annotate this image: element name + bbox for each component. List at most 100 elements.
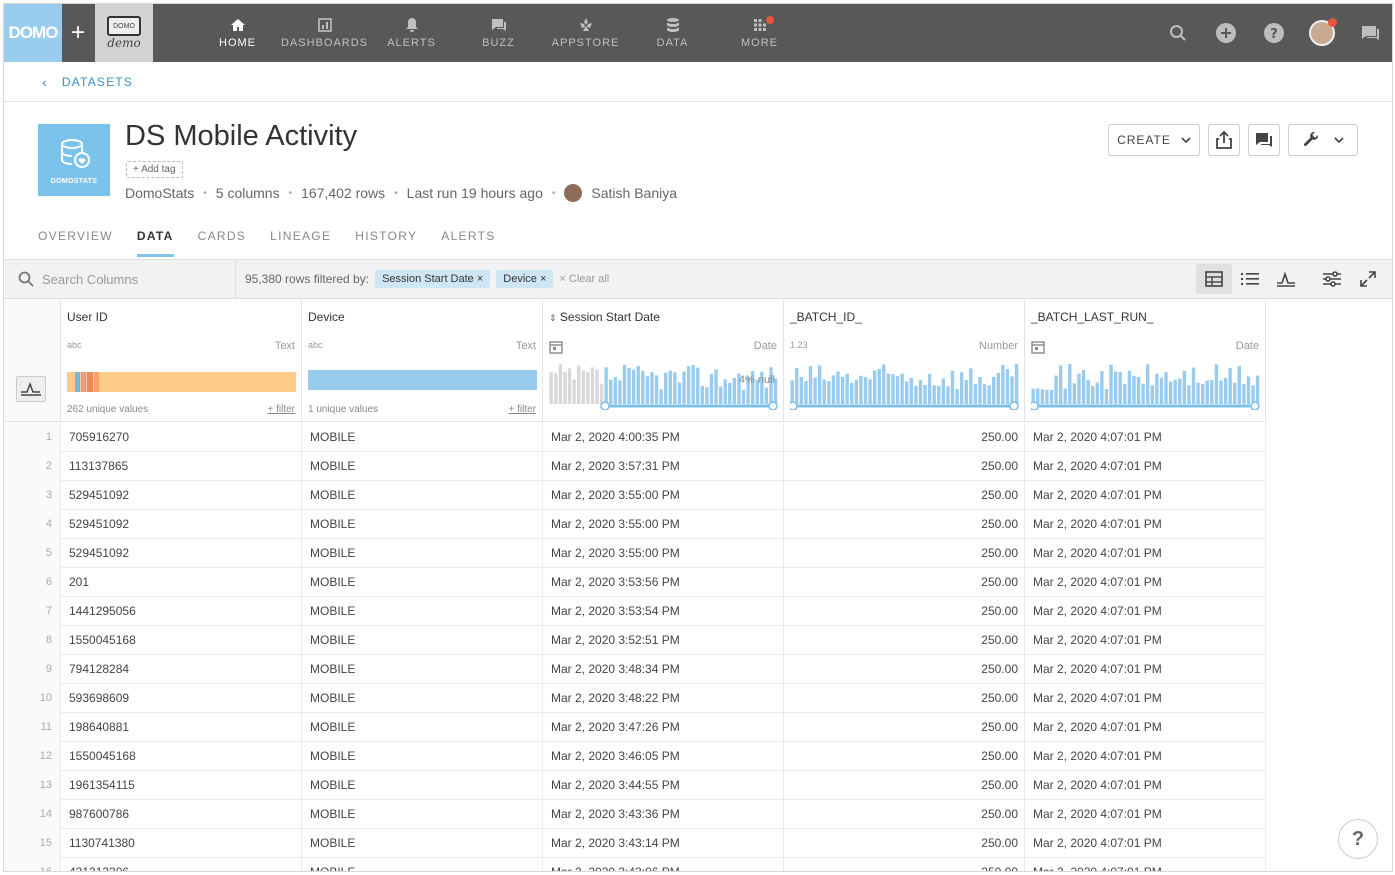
table-cell[interactable]: Mar 2, 2020 3:57:31 PM bbox=[543, 452, 784, 481]
table-cell[interactable]: 431213306 bbox=[61, 858, 302, 871]
table-cell[interactable]: 794128284 bbox=[61, 655, 302, 684]
table-cell[interactable]: 250.00 bbox=[784, 568, 1025, 597]
dataset-source[interactable]: DomoStats bbox=[125, 185, 194, 201]
tab-data[interactable]: DATA bbox=[136, 224, 174, 257]
nav-alerts[interactable]: ALERTS bbox=[368, 4, 455, 62]
demo-instance-logo[interactable]: DOMO demo bbox=[95, 4, 153, 62]
table-cell[interactable]: 1130741380 bbox=[61, 829, 302, 858]
table-cell[interactable]: MOBILE bbox=[302, 452, 543, 481]
table-cell[interactable]: 250.00 bbox=[784, 597, 1025, 626]
table-cell[interactable]: 113137865 bbox=[61, 452, 302, 481]
breadcrumb[interactable]: ‹ DATASETS bbox=[4, 62, 1392, 102]
table-cell[interactable]: MOBILE bbox=[302, 597, 543, 626]
table-cell[interactable]: 1550045168 bbox=[61, 626, 302, 655]
table-cell[interactable]: Mar 2, 2020 4:07:01 PM bbox=[1025, 568, 1266, 597]
add-tag-button[interactable]: + Add tag bbox=[126, 161, 183, 178]
table-cell[interactable]: Mar 2, 2020 3:48:22 PM bbox=[543, 684, 784, 713]
close-icon[interactable]: × bbox=[540, 273, 546, 285]
share-button[interactable] bbox=[1208, 124, 1240, 156]
tools-menu-button[interactable] bbox=[1288, 124, 1358, 156]
column-name[interactable]: User ID bbox=[67, 310, 108, 324]
table-cell[interactable]: Mar 2, 2020 3:43:14 PM bbox=[543, 829, 784, 858]
table-cell[interactable]: Mar 2, 2020 4:07:01 PM bbox=[1025, 829, 1266, 858]
help-icon[interactable]: ? bbox=[1250, 4, 1298, 62]
table-cell[interactable]: 250.00 bbox=[784, 684, 1025, 713]
table-cell[interactable]: Mar 2, 2020 4:07:01 PM bbox=[1025, 597, 1266, 626]
table-cell[interactable]: Mar 2, 2020 3:47:26 PM bbox=[543, 713, 784, 742]
column-header-session-start-date[interactable]: ⇕ Session Start Date Date 4% null bbox=[543, 300, 784, 422]
table-cell[interactable]: 529451092 bbox=[61, 510, 302, 539]
table-cell[interactable]: Mar 2, 2020 3:43:36 PM bbox=[543, 800, 784, 829]
table-cell[interactable]: MOBILE bbox=[302, 713, 543, 742]
column-name[interactable]: _BATCH_ID_ bbox=[790, 310, 862, 324]
table-cell[interactable]: Mar 2, 2020 4:07:01 PM bbox=[1025, 684, 1266, 713]
table-cell[interactable]: 250.00 bbox=[784, 829, 1025, 858]
column-name[interactable]: _BATCH_LAST_RUN_ bbox=[1031, 310, 1153, 324]
nav-data[interactable]: DATA bbox=[629, 4, 716, 62]
table-cell[interactable]: Mar 2, 2020 4:07:01 PM bbox=[1025, 800, 1266, 829]
table-cell[interactable]: Mar 2, 2020 4:07:01 PM bbox=[1025, 423, 1266, 452]
comments-button[interactable] bbox=[1248, 124, 1280, 156]
column-name[interactable]: ⇕ Session Start Date bbox=[549, 310, 660, 324]
profile-avatar[interactable] bbox=[1298, 4, 1346, 62]
table-cell[interactable]: MOBILE bbox=[302, 742, 543, 771]
table-cell[interactable]: Mar 2, 2020 4:07:01 PM bbox=[1025, 713, 1266, 742]
search-columns-input[interactable]: Search Columns bbox=[4, 260, 236, 298]
column-header-batch-id[interactable]: _BATCH_ID_ 1.23 Number bbox=[784, 300, 1025, 422]
table-cell[interactable]: 250.00 bbox=[784, 742, 1025, 771]
column-settings-button[interactable] bbox=[1314, 264, 1350, 294]
table-cell[interactable]: 250.00 bbox=[784, 626, 1025, 655]
column-header-batch-last-run[interactable]: _BATCH_LAST_RUN_ Date bbox=[1025, 300, 1266, 422]
tab-cards[interactable]: CARDS bbox=[198, 224, 247, 257]
domo-logo[interactable]: DOMO bbox=[4, 4, 62, 62]
table-cell[interactable]: MOBILE bbox=[302, 655, 543, 684]
column-header-user-id[interactable]: User ID abc Text 262 unique values + filter bbox=[61, 300, 302, 422]
create-button[interactable]: CREATE bbox=[1108, 124, 1200, 156]
column-name[interactable]: Device bbox=[308, 310, 345, 324]
help-button[interactable]: ? bbox=[1338, 819, 1378, 859]
table-cell[interactable]: 250.00 bbox=[784, 713, 1025, 742]
table-cell[interactable]: 705916270 bbox=[61, 423, 302, 452]
table-cell[interactable]: Mar 2, 2020 3:55:00 PM bbox=[543, 481, 784, 510]
table-cell[interactable]: MOBILE bbox=[302, 423, 543, 452]
table-cell[interactable]: 1441295056 bbox=[61, 597, 302, 626]
add-filter-link[interactable]: + filter bbox=[508, 404, 536, 415]
clear-all-button[interactable]: × Clear all bbox=[559, 273, 609, 285]
add-icon[interactable]: + bbox=[62, 4, 94, 62]
table-cell[interactable]: 987600786 bbox=[61, 800, 302, 829]
filter-chip-device[interactable]: Device × bbox=[496, 270, 554, 288]
create-plus-icon[interactable] bbox=[1202, 4, 1250, 62]
table-cell[interactable]: Mar 2, 2020 4:07:01 PM bbox=[1025, 742, 1266, 771]
toggle-profile-button[interactable] bbox=[16, 376, 46, 402]
table-cell[interactable]: Mar 2, 2020 3:43:06 PM bbox=[543, 858, 784, 871]
table-cell[interactable]: MOBILE bbox=[302, 800, 543, 829]
table-cell[interactable]: 250.00 bbox=[784, 452, 1025, 481]
table-cell[interactable]: 250.00 bbox=[784, 655, 1025, 684]
nav-home[interactable]: HOME bbox=[194, 4, 281, 62]
nav-dashboards[interactable]: DASHBOARDS bbox=[281, 4, 368, 62]
search-icon[interactable] bbox=[1154, 4, 1202, 62]
table-cell[interactable]: Mar 2, 2020 3:55:00 PM bbox=[543, 510, 784, 539]
table-cell[interactable]: 593698609 bbox=[61, 684, 302, 713]
list-view-button[interactable] bbox=[1232, 264, 1268, 294]
table-cell[interactable]: Mar 2, 2020 4:07:01 PM bbox=[1025, 539, 1266, 568]
table-cell[interactable]: Mar 2, 2020 4:07:01 PM bbox=[1025, 858, 1266, 871]
table-cell[interactable]: MOBILE bbox=[302, 510, 543, 539]
nav-appstore[interactable]: APPSTORE bbox=[542, 4, 629, 62]
close-icon[interactable]: × bbox=[477, 273, 483, 285]
nav-buzz[interactable]: BUZZ bbox=[455, 4, 542, 62]
fullscreen-button[interactable] bbox=[1350, 264, 1386, 294]
tab-lineage[interactable]: LINEAGE bbox=[270, 224, 331, 257]
breadcrumb-datasets[interactable]: DATASETS bbox=[62, 75, 133, 89]
messages-icon[interactable] bbox=[1346, 4, 1392, 62]
column-header-device[interactable]: Device abc Text 1 unique values + filter bbox=[302, 300, 543, 422]
tab-overview[interactable]: OVERVIEW bbox=[38, 224, 113, 257]
table-cell[interactable]: 250.00 bbox=[784, 510, 1025, 539]
table-cell[interactable]: Mar 2, 2020 4:07:01 PM bbox=[1025, 655, 1266, 684]
table-cell[interactable]: 250.00 bbox=[784, 800, 1025, 829]
table-cell[interactable]: Mar 2, 2020 3:52:51 PM bbox=[543, 626, 784, 655]
table-cell[interactable]: 198640881 bbox=[61, 713, 302, 742]
table-cell[interactable]: Mar 2, 2020 3:55:00 PM bbox=[543, 539, 784, 568]
table-cell[interactable]: 529451092 bbox=[61, 539, 302, 568]
table-view-button[interactable] bbox=[1196, 264, 1232, 294]
